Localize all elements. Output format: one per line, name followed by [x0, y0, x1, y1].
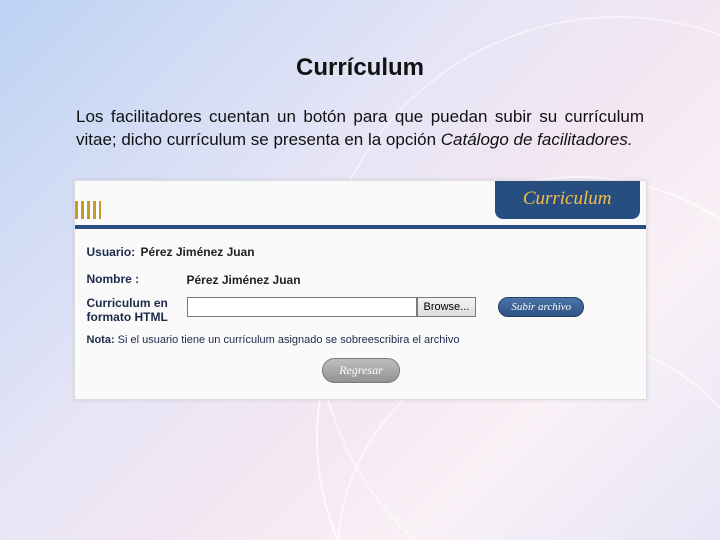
header-divider	[75, 225, 646, 229]
panel-title: Curriculum	[495, 181, 640, 219]
note-label: Nota:	[87, 334, 115, 346]
name-label: Nombre :	[87, 273, 187, 287]
upload-button[interactable]: Subir archivo	[498, 297, 584, 317]
back-button[interactable]: Regresar	[322, 358, 400, 383]
user-line: Usuario: Pérez Jiménez Juan	[87, 245, 636, 259]
user-label: Usuario:	[87, 245, 136, 259]
note-text: Si el usuario tiene un currículum asigna…	[115, 334, 460, 346]
intro-catalog-name: Catálogo de facilitadores.	[441, 130, 633, 149]
intro-paragraph: Los facilitadores cuentan un botón para …	[76, 106, 644, 152]
page-title: Currículum	[72, 54, 648, 82]
panel-header: Curriculum	[75, 181, 646, 225]
note-line: Nota: Si el usuario tiene un currículum …	[87, 334, 636, 346]
curriculum-file-input[interactable]	[187, 297, 417, 317]
name-value: Pérez Jiménez Juan	[187, 273, 301, 287]
curriculum-panel: Curriculum Usuario: Pérez Jiménez Juan N…	[74, 180, 647, 401]
curriculum-row: Curriculum en formato HTML Browse... Sub…	[87, 297, 636, 325]
header-stripe-icon	[75, 201, 101, 219]
browse-button[interactable]: Browse...	[417, 297, 477, 317]
user-value: Pérez Jiménez Juan	[141, 245, 255, 259]
curriculum-label: Curriculum en formato HTML	[87, 297, 187, 325]
name-row: Nombre : Pérez Jiménez Juan	[87, 273, 636, 287]
